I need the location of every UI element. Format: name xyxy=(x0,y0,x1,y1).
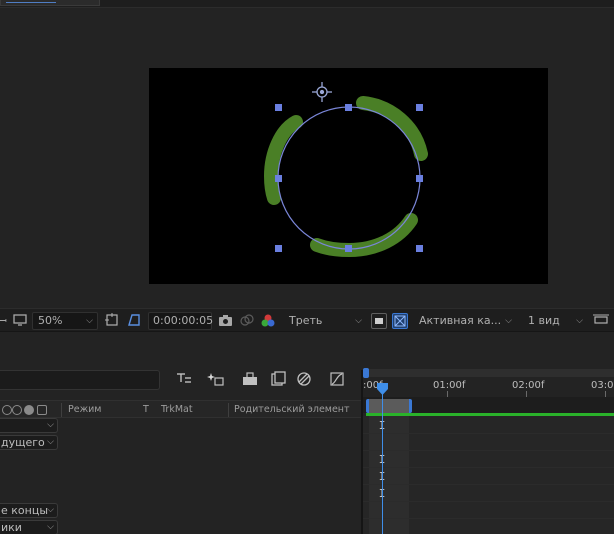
fast-previews-icon[interactable] xyxy=(371,313,387,329)
chevron-down-icon: ⌵ xyxy=(47,420,54,430)
ruler-label: 03:00 xyxy=(591,380,614,391)
composition-artwork xyxy=(263,82,428,258)
current-timecode[interactable]: 0:00:00:05 xyxy=(148,312,214,330)
handle-middle-right xyxy=(416,175,423,182)
camera-view-select[interactable]: Активная ка... ⌵ xyxy=(413,312,517,330)
chevron-down-icon: ⌵ xyxy=(86,316,93,326)
track-divider xyxy=(363,484,614,485)
graph-editor-icon[interactable] xyxy=(294,371,314,389)
chevron-down-icon: ⌵ xyxy=(47,437,54,447)
top-panel-tab[interactable] xyxy=(0,0,100,6)
layer-search-input[interactable] xyxy=(0,370,160,390)
handle-bottom-center xyxy=(345,245,352,252)
property-select[interactable]: ики ⌵ xyxy=(0,520,58,534)
shy-layers-icon[interactable] xyxy=(206,371,226,389)
view-layout-select[interactable]: 1 вид ⌵ xyxy=(522,312,588,330)
property-value: дущего xyxy=(1,436,45,449)
camera-view-value: Активная ка... xyxy=(419,314,502,327)
chevron-down-icon: ⌵ xyxy=(355,316,362,326)
camera-snapshot-icon[interactable] xyxy=(217,313,233,329)
column-parent[interactable]: Родительский элемент xyxy=(234,404,350,415)
transparency-grid-icon[interactable] xyxy=(392,313,408,329)
grid-icon[interactable]: ꟷ xyxy=(0,313,10,329)
track-divider xyxy=(363,433,614,434)
ruler-label: 01:00f xyxy=(433,380,466,391)
playhead-line[interactable] xyxy=(382,383,383,534)
zoom-value: 50% xyxy=(38,314,63,327)
handle-bottom-right xyxy=(416,245,423,252)
graph-curve-icon[interactable] xyxy=(327,371,347,389)
property-select[interactable]: е концы ⌵ xyxy=(0,503,58,518)
color-channels-icon[interactable] xyxy=(260,313,276,329)
composition-canvas[interactable] xyxy=(149,68,548,284)
handle-top-right xyxy=(416,104,423,111)
time-navigator-start[interactable] xyxy=(363,368,369,378)
layer-column-header: Режим T TrkMat Родительский элемент xyxy=(0,400,362,418)
after-effects-window: ꟷ 50% ⌵ 0:00:00:05 Треть ⌵ Активная ка..… xyxy=(0,0,614,534)
top-tab-underline xyxy=(6,2,56,3)
handle-top-center xyxy=(345,104,352,111)
handle-top-left xyxy=(275,104,282,111)
motion-blur-switch-icon[interactable] xyxy=(12,405,22,415)
region-of-interest-icon[interactable] xyxy=(104,313,120,329)
column-separator[interactable] xyxy=(228,403,229,417)
column-separator[interactable] xyxy=(61,403,62,417)
green-stroke-left[interactable] xyxy=(263,115,303,205)
zoom-select[interactable]: 50% ⌵ xyxy=(32,312,98,330)
property-select[interactable]: ⌵ xyxy=(0,418,58,433)
toggle-view-icon[interactable] xyxy=(593,313,609,329)
adjustment-layer-icon[interactable] xyxy=(24,405,34,415)
motion-blur-icon[interactable] xyxy=(268,371,288,389)
view-layout-value: 1 вид xyxy=(528,314,560,327)
track-divider xyxy=(363,450,614,451)
3d-layer-icon[interactable] xyxy=(37,405,47,415)
track-divider xyxy=(363,501,614,502)
anchor-point-icon[interactable] xyxy=(312,82,332,102)
track-divider xyxy=(363,467,614,468)
resolution-value: Треть xyxy=(289,314,323,327)
handle-middle-left xyxy=(275,175,282,182)
frame-blending-icon[interactable] xyxy=(240,371,260,389)
show-snapshot-icon[interactable] xyxy=(239,313,255,329)
column-t[interactable]: T xyxy=(143,404,149,415)
chevron-down-icon: ⌵ xyxy=(505,316,512,326)
ruler-label: 02:00f xyxy=(512,380,545,391)
chevron-down-icon: ⌵ xyxy=(576,316,583,326)
handle-bottom-left xyxy=(275,245,282,252)
mask-path-visibility-icon[interactable] xyxy=(126,313,142,329)
resolution-select[interactable]: Треть ⌵ xyxy=(283,312,367,330)
property-value: ики xyxy=(1,521,22,534)
time-navigator[interactable] xyxy=(363,369,614,377)
property-value: е концы xyxy=(1,504,49,517)
playhead-handle[interactable] xyxy=(377,383,388,395)
timecode-value: 0:00:00:05 xyxy=(153,314,214,327)
property-select[interactable]: дущего ⌵ xyxy=(0,435,58,450)
viewer-toolbar: ꟷ 50% ⌵ 0:00:00:05 Треть ⌵ Активная ка..… xyxy=(0,308,614,332)
chevron-down-icon: ⌵ xyxy=(47,505,54,515)
draft-3d-icon[interactable] xyxy=(174,371,194,389)
column-trkmat[interactable]: TrkMat xyxy=(161,404,193,415)
column-mode[interactable]: Режим xyxy=(68,404,101,415)
work-area-range[interactable] xyxy=(366,399,412,413)
track-divider xyxy=(363,518,614,519)
monitor-icon[interactable] xyxy=(12,313,28,329)
chevron-down-icon: ⌵ xyxy=(47,522,54,532)
switch-icon[interactable] xyxy=(2,405,12,415)
green-stroke-bottom[interactable] xyxy=(310,213,418,258)
